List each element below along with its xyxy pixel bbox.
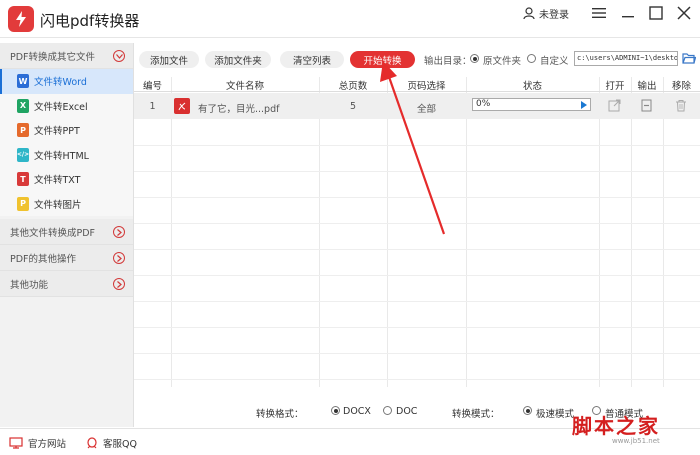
- sidebar-item-image[interactable]: P 文件转图片: [0, 191, 133, 216]
- docx-radio[interactable]: [331, 406, 340, 415]
- category-label: PDF转换成其它文件: [10, 51, 96, 63]
- qq-icon: [87, 436, 97, 448]
- category-other-to-pdf[interactable]: 其他文件转换成PDF: [0, 219, 133, 245]
- qq-support-link[interactable]: 客服QQ: [86, 436, 137, 450]
- add-file-button[interactable]: 添加文件: [139, 51, 199, 68]
- column-header-name: 文件名称: [225, 81, 264, 92]
- login-label: 未登录: [539, 10, 569, 21]
- doc-radio[interactable]: [383, 406, 392, 415]
- ppt-icon: P: [17, 123, 29, 138]
- category-pdf-other-ops[interactable]: PDF的其他操作: [0, 245, 133, 271]
- title-bar: 闪电pdf转换器 未登录: [0, 0, 700, 38]
- maximize-button[interactable]: [647, 4, 665, 22]
- category-label: 其他功能: [10, 279, 49, 291]
- page-count: 5: [349, 101, 357, 112]
- menu-icon: [592, 8, 606, 18]
- chevron-right-icon: [113, 278, 125, 290]
- column-header-pages: 总页数: [338, 81, 368, 92]
- row-num: 1: [149, 101, 156, 112]
- page-range-select[interactable]: 全部: [387, 101, 466, 115]
- monitor-icon: [9, 437, 23, 449]
- category-label: 其他文件转换成PDF: [10, 227, 96, 239]
- progress-label: 0%: [476, 99, 491, 109]
- category-label: PDF的其他操作: [10, 253, 77, 265]
- column-header-output: 输出: [637, 81, 657, 92]
- sidebar-item-txt[interactable]: T 文件转TXT: [0, 167, 133, 192]
- sidebar-item-label: 文件转图片: [34, 199, 82, 211]
- chevron-down-icon: [113, 50, 125, 62]
- sidebar: PDF转换成其它文件 W 文件转Word X 文件转Excel P 文件转PPT…: [0, 43, 134, 427]
- start-convert-button[interactable]: 开始转换: [350, 51, 415, 68]
- column-header-range: 页码选择: [407, 81, 446, 92]
- category-pdf-to-other[interactable]: PDF转换成其它文件: [0, 43, 133, 69]
- play-icon[interactable]: [581, 101, 587, 109]
- chevron-right-icon: [113, 252, 125, 264]
- folder-browse-icon[interactable]: [682, 52, 696, 64]
- html-icon: </>: [17, 147, 29, 162]
- table-header: 编号 文件名称 总页数 页码选择 状态 打开 输出 移除: [134, 77, 700, 92]
- docx-label: DOCX: [343, 406, 371, 417]
- output-file-icon[interactable]: [641, 99, 652, 112]
- source-folder-label: 原文件夹: [483, 56, 522, 67]
- progress-bar: 0%: [472, 98, 591, 111]
- pdf-file-icon: [174, 98, 190, 114]
- category-other-functions[interactable]: 其他功能: [0, 271, 133, 297]
- sidebar-item-excel[interactable]: X 文件转Excel: [0, 93, 133, 118]
- close-icon: [677, 6, 691, 20]
- output-path-field[interactable]: c:\users\ADMINI~1\desktop: [574, 51, 678, 66]
- column-header-open: 打开: [605, 81, 625, 92]
- excel-icon: X: [17, 98, 29, 113]
- custom-folder-label: 自定义: [540, 56, 569, 67]
- word-icon: W: [17, 74, 29, 89]
- mode-label: 转换模式：: [452, 409, 500, 420]
- trash-icon[interactable]: [675, 99, 687, 112]
- close-button[interactable]: [675, 4, 693, 22]
- custom-folder-radio[interactable]: [527, 54, 536, 63]
- file-table: 编号 文件名称 总页数 页码选择 状态 打开 输出 移除 1 有了它，目光...…: [134, 77, 700, 387]
- column-header-num: 编号: [142, 81, 162, 92]
- table-row[interactable]: 1 有了它，目光...pdf 5 全部 0%: [134, 93, 700, 119]
- fast-mode-label: 极速模式: [536, 409, 575, 420]
- sidebar-item-label: 文件转HTML: [34, 150, 89, 162]
- sidebar-item-html[interactable]: </> 文件转HTML: [0, 142, 133, 167]
- maximize-icon: [649, 6, 663, 20]
- doc-label: DOC: [396, 406, 418, 417]
- menu-button[interactable]: [590, 4, 608, 22]
- sidebar-item-label: 文件转Word: [34, 77, 87, 89]
- source-folder-radio[interactable]: [470, 54, 479, 63]
- sidebar-item-label: 文件转Excel: [34, 101, 88, 113]
- chevron-right-icon: [113, 226, 125, 238]
- sidebar-item-label: 文件转PPT: [34, 126, 80, 138]
- watermark-url: www.jb51.net: [612, 437, 660, 445]
- open-external-icon[interactable]: [608, 99, 621, 112]
- website-link[interactable]: 官方网站: [9, 436, 66, 450]
- sidebar-item-label: 文件转TXT: [34, 175, 81, 187]
- toolbar: 添加文件 添加文件夹 清空列表 开始转换 输出目录： 原文件夹 自定义 c:\u…: [134, 43, 700, 77]
- website-label: 官方网站: [28, 439, 67, 450]
- sidebar-item-word[interactable]: W 文件转Word: [0, 69, 133, 94]
- image-icon: P: [17, 196, 29, 211]
- sidebar-item-ppt[interactable]: P 文件转PPT: [0, 118, 133, 143]
- user-icon: [523, 7, 535, 20]
- app-title: 闪电pdf转换器: [40, 12, 140, 30]
- clear-list-button[interactable]: 清空列表: [280, 51, 344, 68]
- qq-label: 客服QQ: [103, 439, 137, 450]
- file-name: 有了它，目光...pdf: [198, 104, 280, 115]
- output-dir-label: 输出目录：: [424, 56, 472, 67]
- column-header-status: 状态: [522, 81, 542, 92]
- login-button[interactable]: 未登录: [523, 6, 569, 21]
- format-label: 转换格式：: [256, 409, 304, 420]
- fast-mode-radio[interactable]: [523, 406, 532, 415]
- txt-icon: T: [17, 172, 29, 187]
- watermark-logo: 脚本之家: [572, 414, 660, 438]
- minimize-button[interactable]: [619, 4, 637, 22]
- minimize-icon: [622, 16, 634, 18]
- add-folder-button[interactable]: 添加文件夹: [205, 51, 271, 68]
- column-header-remove: 移除: [671, 81, 691, 92]
- app-logo-icon: [8, 6, 34, 32]
